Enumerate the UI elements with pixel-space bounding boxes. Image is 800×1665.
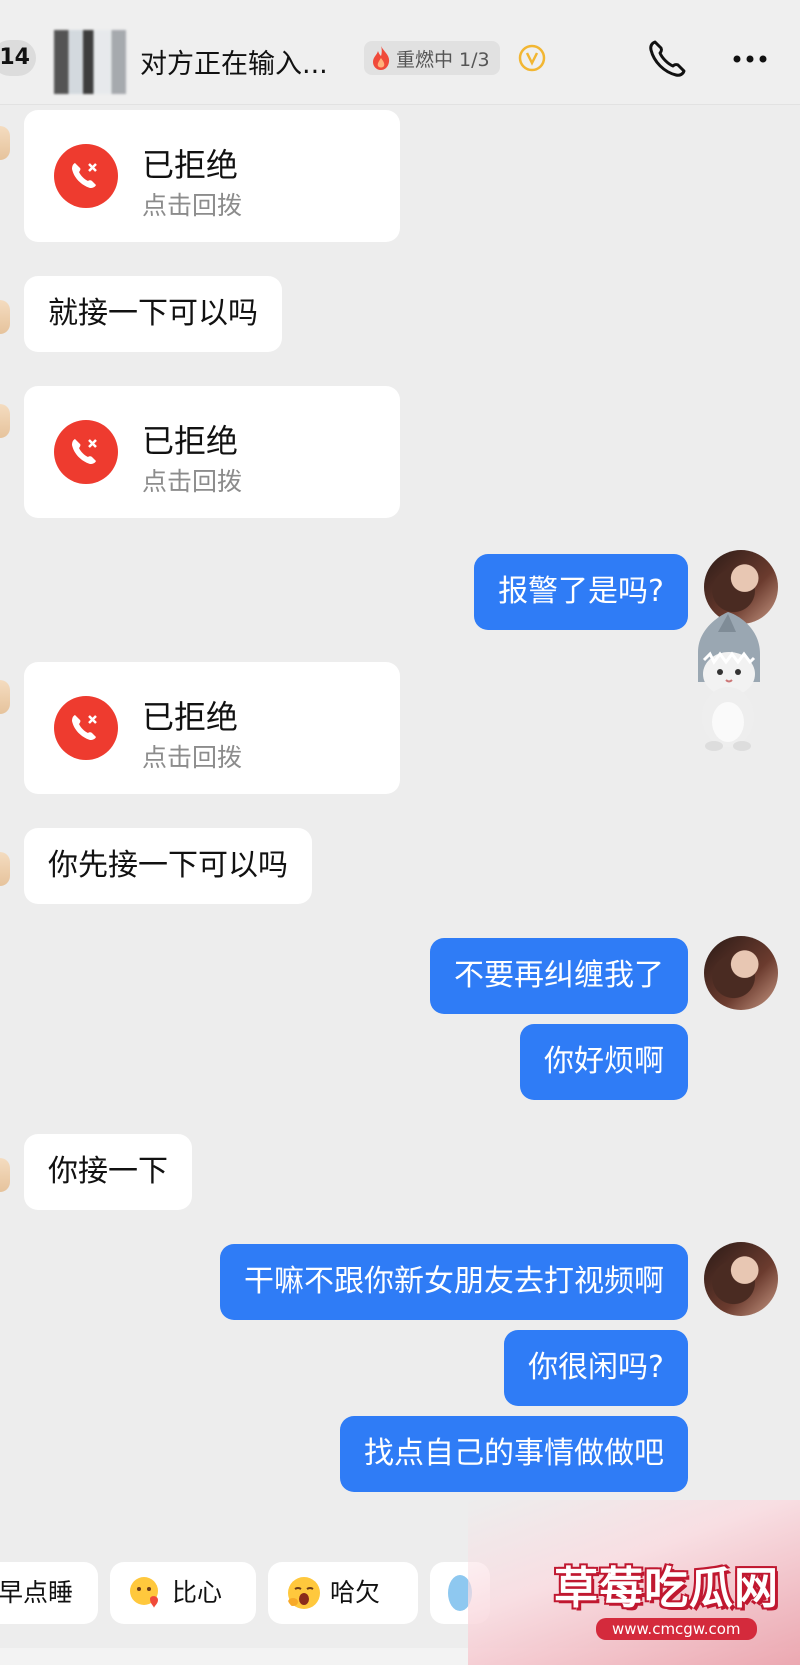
declined-call-icon xyxy=(54,144,118,208)
typing-status-title: 对方正在输入... xyxy=(140,49,328,80)
call-status-title: 已拒绝 xyxy=(142,146,239,184)
quick-reply-label: 比心 xyxy=(172,1578,223,1607)
back-unread-count[interactable]: 14 xyxy=(0,40,36,76)
my-avatar[interactable] xyxy=(704,936,778,1010)
contact-avatar-edge[interactable] xyxy=(0,1158,10,1192)
contact-avatar-edge[interactable] xyxy=(0,126,10,160)
incoming-message-bubble[interactable]: 就接一下可以吗 xyxy=(24,276,282,352)
call-back-link[interactable]: 点击回拨 xyxy=(142,738,242,774)
chat-header: 14 对方正在输入... 重燃中 1/3 xyxy=(0,0,800,105)
contact-avatar-edge[interactable] xyxy=(0,300,10,334)
declined-call-icon xyxy=(54,696,118,760)
call-status-title: 已拒绝 xyxy=(142,422,239,460)
contact-avatar-edge[interactable] xyxy=(0,404,10,438)
shark-hood-cat-sticker[interactable] xyxy=(678,612,778,752)
contact-avatar-edge[interactable] xyxy=(0,852,10,886)
contact-avatar-edge[interactable] xyxy=(0,680,10,714)
contact-avatar[interactable] xyxy=(54,30,126,94)
verified-v-icon xyxy=(518,44,546,72)
outgoing-message-bubble[interactable]: 报警了是吗? xyxy=(474,554,688,630)
quick-reply-chip[interactable]: 早点睡 xyxy=(0,1562,98,1624)
quick-reply-chip[interactable]: 哈欠 xyxy=(268,1562,418,1624)
watermark-url: www.cmcgw.com xyxy=(596,1618,757,1640)
flame-icon xyxy=(373,46,390,70)
yawn-emoji-icon xyxy=(288,1577,320,1609)
more-options-icon[interactable] xyxy=(730,44,770,74)
outgoing-message-bubble[interactable]: 你很闲吗? xyxy=(504,1330,688,1406)
declined-call-card[interactable]: 已拒绝 点击回拨 xyxy=(24,110,400,242)
outgoing-message-bubble[interactable]: 找点自己的事情做做吧 xyxy=(340,1416,688,1492)
incoming-message-bubble[interactable]: 你先接一下可以吗 xyxy=(24,828,312,904)
heart-hands-emoji-icon xyxy=(130,1577,158,1608)
watermark-title: 草莓吃瓜网 xyxy=(554,1563,779,1614)
call-back-link[interactable]: 点击回拨 xyxy=(142,462,242,498)
streak-badge[interactable]: 重燃中 1/3 xyxy=(364,41,500,75)
streak-label: 重燃中 1/3 xyxy=(396,48,490,71)
quick-reply-chip[interactable]: 比心 xyxy=(110,1562,256,1624)
declined-call-card[interactable]: 已拒绝 点击回拨 xyxy=(24,386,400,518)
quick-reply-label: 早点睡 xyxy=(0,1578,74,1607)
outgoing-message-bubble[interactable]: 不要再纠缠我了 xyxy=(430,938,688,1014)
call-status-title: 已拒绝 xyxy=(142,698,239,736)
declined-call-card[interactable]: 已拒绝 点击回拨 xyxy=(24,662,400,794)
my-avatar[interactable] xyxy=(704,1242,778,1316)
outgoing-message-bubble[interactable]: 干嘛不跟你新女朋友去打视频啊 xyxy=(220,1244,688,1320)
watermark-overlay: 草莓吃瓜网 www.cmcgw.com xyxy=(468,1500,800,1665)
outgoing-message-bubble[interactable]: 你好烦啊 xyxy=(520,1024,688,1100)
quick-reply-label: 哈欠 xyxy=(330,1578,381,1607)
declined-call-icon xyxy=(54,420,118,484)
phone-call-icon[interactable] xyxy=(646,38,688,80)
call-back-link[interactable]: 点击回拨 xyxy=(142,186,242,222)
incoming-message-bubble[interactable]: 你接一下 xyxy=(24,1134,192,1210)
